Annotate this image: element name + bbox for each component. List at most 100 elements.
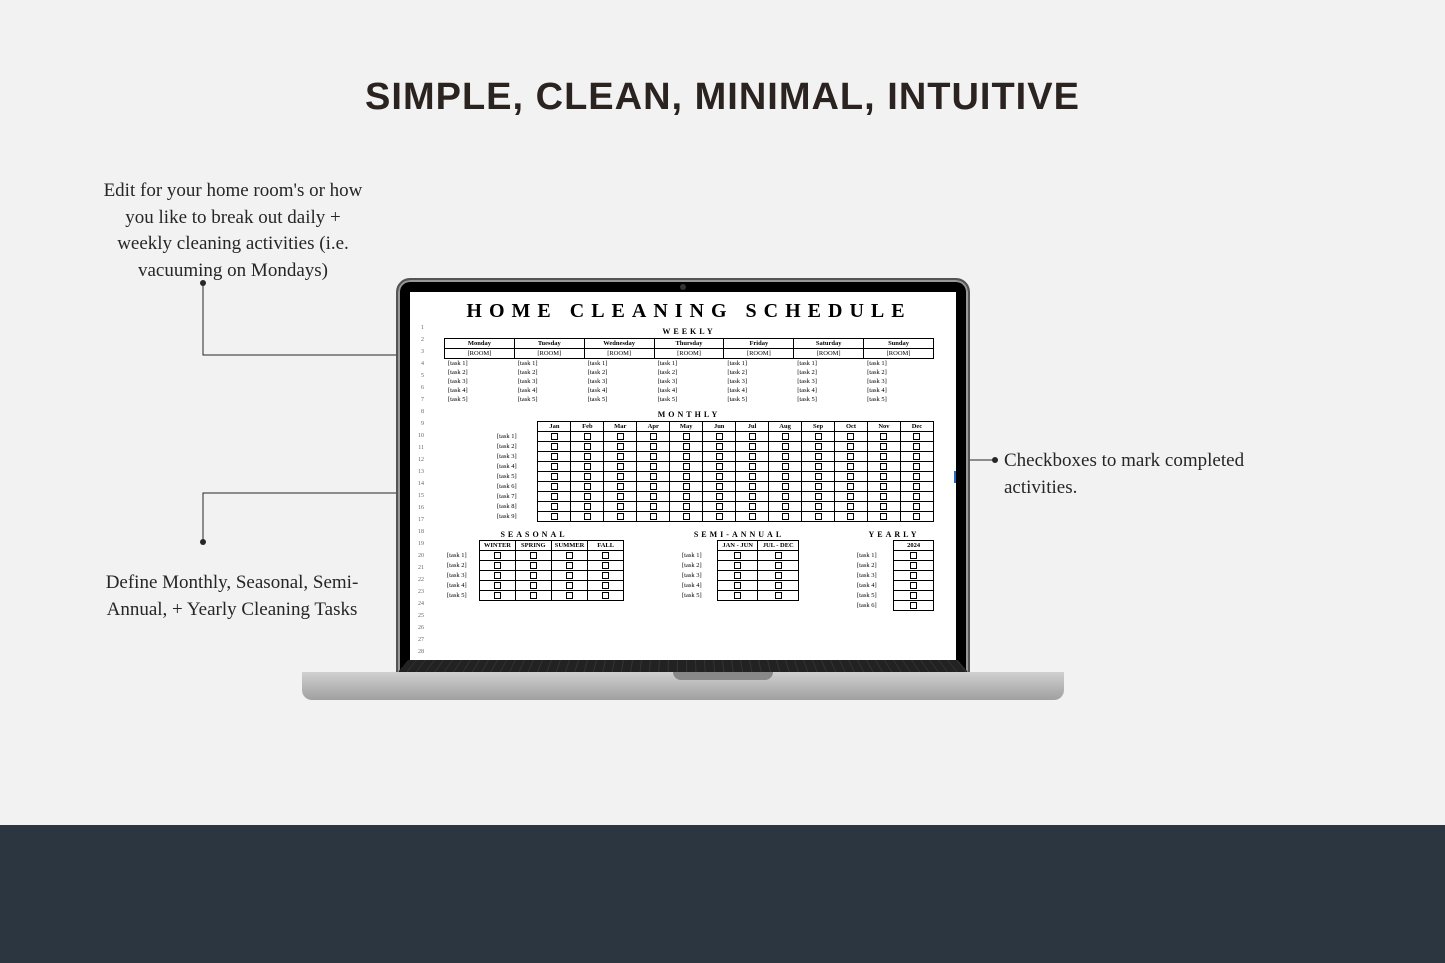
weekly-task-cell[interactable]: [task 4] — [584, 386, 654, 395]
checkbox[interactable] — [617, 493, 624, 500]
checkbox[interactable] — [683, 453, 690, 460]
checkbox[interactable] — [775, 552, 782, 559]
checkbox-cell[interactable] — [900, 482, 933, 492]
checkbox-cell[interactable] — [736, 502, 769, 512]
checkbox-cell[interactable] — [479, 591, 515, 601]
checkbox-cell[interactable] — [479, 581, 515, 591]
checkbox[interactable] — [716, 453, 723, 460]
checkbox-cell[interactable] — [867, 482, 900, 492]
checkbox[interactable] — [716, 513, 723, 520]
checkbox-cell[interactable] — [900, 452, 933, 462]
checkbox-cell[interactable] — [670, 492, 703, 502]
checkbox-cell[interactable] — [538, 432, 571, 442]
checkbox[interactable] — [617, 483, 624, 490]
checkbox-cell[interactable] — [604, 502, 637, 512]
weekly-task-cell[interactable]: [task 4] — [864, 386, 934, 395]
weekly-task-cell[interactable]: [task 5] — [724, 395, 794, 404]
checkbox[interactable] — [566, 592, 573, 599]
checkbox-cell[interactable] — [802, 512, 835, 522]
checkbox-cell[interactable] — [900, 512, 933, 522]
checkbox[interactable] — [815, 433, 822, 440]
checkbox-cell[interactable] — [571, 462, 604, 472]
checkbox[interactable] — [551, 493, 558, 500]
checkbox-cell[interactable] — [835, 482, 868, 492]
checkbox[interactable] — [716, 433, 723, 440]
checkbox-cell[interactable] — [515, 551, 551, 561]
task-label[interactable]: [task 7] — [494, 492, 538, 502]
checkbox-cell[interactable] — [637, 482, 670, 492]
weekly-task-cell[interactable]: [task 2] — [445, 368, 515, 377]
checkbox[interactable] — [815, 483, 822, 490]
checkbox-cell[interactable] — [717, 581, 758, 591]
checkbox-cell[interactable] — [867, 452, 900, 462]
checkbox[interactable] — [617, 443, 624, 450]
checkbox-cell[interactable] — [637, 502, 670, 512]
weekly-task-cell[interactable]: [task 4] — [724, 386, 794, 395]
checkbox-cell[interactable] — [551, 561, 588, 571]
checkbox-cell[interactable] — [717, 551, 758, 561]
checkbox[interactable] — [847, 433, 854, 440]
checkbox[interactable] — [782, 503, 789, 510]
checkbox[interactable] — [910, 562, 917, 569]
checkbox-cell[interactable] — [835, 462, 868, 472]
checkbox[interactable] — [910, 572, 917, 579]
checkbox-cell[interactable] — [571, 442, 604, 452]
checkbox-cell[interactable] — [551, 551, 588, 561]
checkbox-cell[interactable] — [637, 472, 670, 482]
checkbox-cell[interactable] — [867, 502, 900, 512]
task-label[interactable]: [task 6] — [854, 601, 894, 611]
task-label[interactable]: [task 8] — [494, 502, 538, 512]
checkbox-cell[interactable] — [802, 502, 835, 512]
checkbox-cell[interactable] — [894, 581, 934, 591]
checkbox[interactable] — [584, 503, 591, 510]
weekly-task-cell[interactable]: [task 3] — [654, 377, 724, 386]
weekly-task-cell[interactable]: [task 4] — [794, 386, 864, 395]
checkbox[interactable] — [650, 453, 657, 460]
checkbox-cell[interactable] — [867, 512, 900, 522]
checkbox-cell[interactable] — [900, 432, 933, 442]
checkbox-cell[interactable] — [538, 512, 571, 522]
checkbox[interactable] — [551, 443, 558, 450]
checkbox-cell[interactable] — [867, 442, 900, 452]
checkbox-cell[interactable] — [758, 591, 799, 601]
checkbox-cell[interactable] — [894, 571, 934, 581]
checkbox-cell[interactable] — [758, 551, 799, 561]
task-label[interactable]: [task 1] — [679, 551, 717, 561]
checkbox[interactable] — [749, 513, 756, 520]
checkbox-cell[interactable] — [588, 561, 624, 571]
checkbox-cell[interactable] — [571, 502, 604, 512]
checkbox[interactable] — [815, 443, 822, 450]
checkbox-cell[interactable] — [717, 571, 758, 581]
checkbox[interactable] — [683, 473, 690, 480]
weekly-task-cell[interactable]: [task 1] — [584, 359, 654, 369]
weekly-task-cell[interactable]: [task 5] — [794, 395, 864, 404]
weekly-task-cell[interactable]: [task 1] — [794, 359, 864, 369]
checkbox[interactable] — [602, 582, 609, 589]
checkbox[interactable] — [683, 483, 690, 490]
checkbox-cell[interactable] — [736, 442, 769, 452]
task-label[interactable]: [task 2] — [854, 561, 894, 571]
checkbox[interactable] — [716, 493, 723, 500]
checkbox[interactable] — [782, 493, 789, 500]
checkbox[interactable] — [602, 572, 609, 579]
checkbox-cell[interactable] — [769, 492, 802, 502]
checkbox[interactable] — [584, 443, 591, 450]
checkbox[interactable] — [749, 433, 756, 440]
checkbox-cell[interactable] — [894, 561, 934, 571]
checkbox[interactable] — [566, 582, 573, 589]
checkbox[interactable] — [566, 572, 573, 579]
checkbox-cell[interactable] — [637, 442, 670, 452]
weekly-task-cell[interactable]: [task 1] — [724, 359, 794, 369]
checkbox[interactable] — [617, 513, 624, 520]
checkbox-cell[interactable] — [758, 571, 799, 581]
checkbox[interactable] — [530, 562, 537, 569]
checkbox-cell[interactable] — [736, 472, 769, 482]
task-label[interactable]: [task 4] — [854, 581, 894, 591]
weekly-task-cell[interactable]: [task 3] — [724, 377, 794, 386]
task-label[interactable]: [task 3] — [444, 571, 479, 581]
checkbox[interactable] — [494, 582, 501, 589]
checkbox-cell[interactable] — [835, 432, 868, 442]
checkbox-cell[interactable] — [571, 432, 604, 442]
checkbox-cell[interactable] — [538, 492, 571, 502]
checkbox[interactable] — [683, 443, 690, 450]
